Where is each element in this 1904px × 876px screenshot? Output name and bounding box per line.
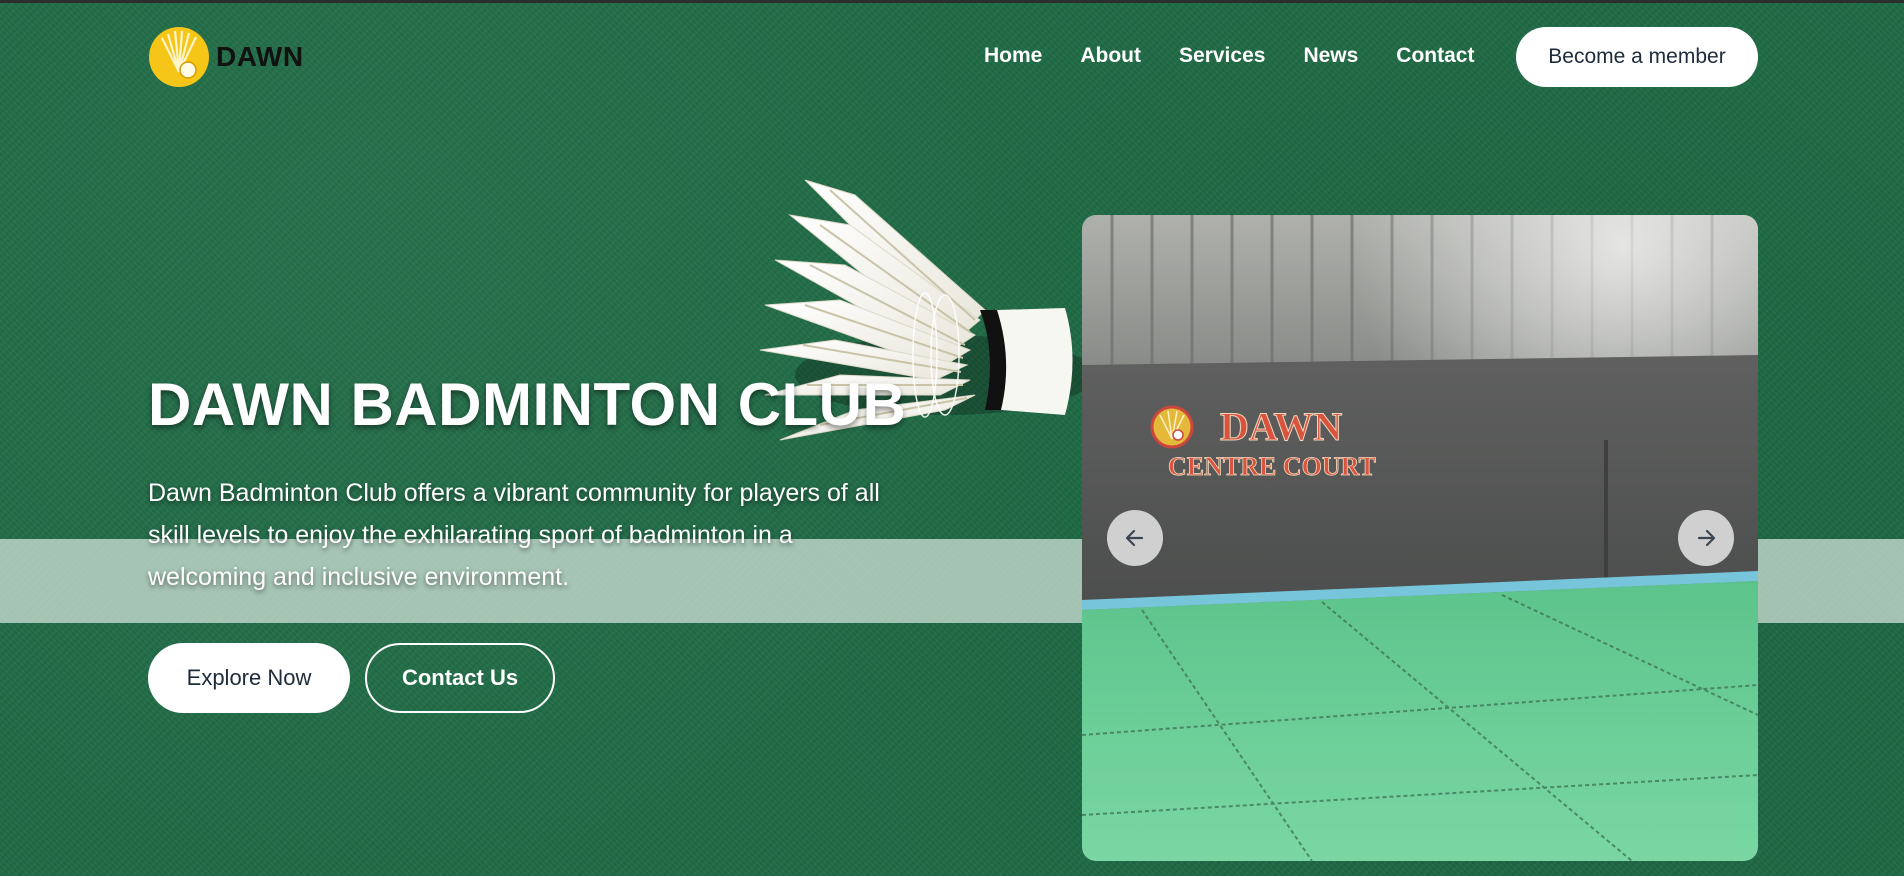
nav-about[interactable]: About bbox=[1080, 44, 1141, 68]
contact-us-button[interactable]: Contact Us bbox=[365, 643, 555, 713]
nav-news[interactable]: News bbox=[1303, 44, 1358, 68]
arrow-left-icon bbox=[1125, 529, 1144, 547]
nav-home[interactable]: Home bbox=[984, 44, 1042, 68]
shuttlecock-sun-icon bbox=[149, 27, 209, 87]
nav-services[interactable]: Services bbox=[1179, 44, 1265, 68]
arrow-right-icon bbox=[1697, 529, 1716, 547]
main-nav: Home About Services News Contact bbox=[984, 44, 1474, 68]
nav-contact[interactable]: Contact bbox=[1396, 44, 1474, 68]
brand-name: DAWN bbox=[216, 41, 304, 72]
top-border bbox=[0, 0, 1904, 3]
become-member-button[interactable]: Become a member bbox=[1516, 27, 1758, 87]
slider-prev-button[interactable] bbox=[1107, 510, 1163, 566]
slide-image-court: DAWN CENTRE COURT bbox=[1082, 215, 1758, 861]
hero-description: Dawn Badminton Club offers a vibrant com… bbox=[148, 479, 880, 591]
explore-now-button[interactable]: Explore Now bbox=[148, 643, 350, 713]
image-slider: DAWN CENTRE COURT bbox=[1082, 215, 1758, 861]
hero-title: DAWN BADMINTON CLUB bbox=[148, 371, 907, 438]
slider-next-button[interactable] bbox=[1678, 510, 1734, 566]
logo[interactable]: DAWN bbox=[148, 26, 304, 88]
